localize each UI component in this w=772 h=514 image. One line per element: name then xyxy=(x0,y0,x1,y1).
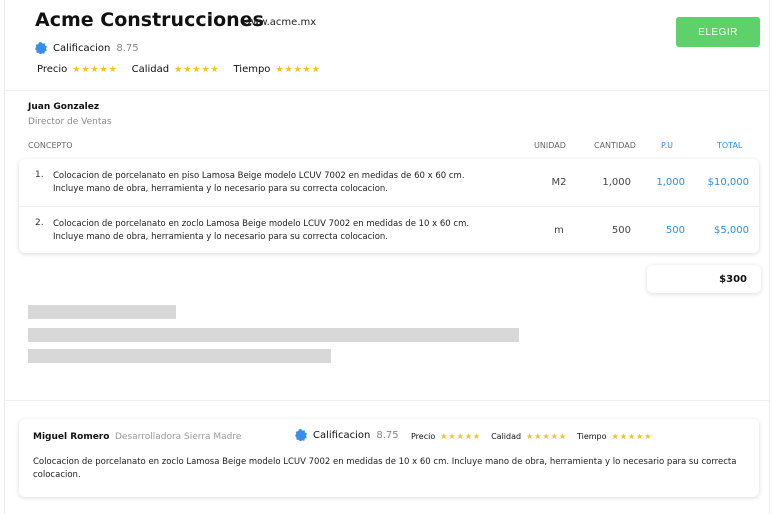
table-row: 2. Colocacion de porcelanato en zoclo La… xyxy=(19,206,759,253)
header-total: TOTAL xyxy=(717,141,743,150)
metric-precio: Precio ★★★★★ xyxy=(37,64,118,75)
row-cantidad: 1,000 xyxy=(602,177,631,188)
row-pu: 1,000 xyxy=(656,177,685,188)
header-cantidad: CANTIDAD xyxy=(594,141,636,150)
star-icon: ★★★★★ xyxy=(275,64,321,75)
row-pu: 500 xyxy=(665,225,685,236)
metric-tiempo: Tiempo ★★★★★ xyxy=(233,64,320,75)
metric-calidad: Calidad ★★★★★ xyxy=(132,64,220,75)
verified-badge-icon xyxy=(295,429,307,441)
company-name: Acme Construcciones xyxy=(35,9,264,31)
company-metrics: Precio ★★★★★ Calidad ★★★★★ Tiempo ★★★★★ xyxy=(37,64,335,75)
supplier-quote-card: Acme Construcciones www.acme.mx ELEGIR C… xyxy=(4,0,770,514)
review-text: Colocacion de porcelanato en zoclo Lamos… xyxy=(33,457,737,480)
table-row: 1. Colocacion de porcelanato en piso Lam… xyxy=(19,159,759,205)
star-icon: ★★★★★ xyxy=(72,64,118,75)
placeholder-line xyxy=(28,305,176,319)
contact-title: Director de Ventas xyxy=(28,117,112,127)
contact-name: Juan Gonzalez xyxy=(28,102,100,112)
review-author: Miguel Romero xyxy=(33,432,110,442)
review-card: Miguel Romero Desarrolladora Sierra Madr… xyxy=(19,419,759,497)
header-concepto: CONCEPTO xyxy=(28,141,73,150)
header-unidad: UNIDAD xyxy=(534,141,566,150)
select-button[interactable]: ELEGIR xyxy=(676,17,760,47)
company-rating: Calificacion 8.75 xyxy=(35,42,139,54)
company-url[interactable]: www.acme.mx xyxy=(243,17,316,28)
row-total: $10,000 xyxy=(707,177,749,188)
verified-badge-icon xyxy=(35,42,47,54)
metric-label: Calidad xyxy=(131,64,170,75)
metric-label: Tiempo xyxy=(233,64,271,75)
metric-label: Precio xyxy=(37,64,68,75)
review-company: Desarrolladora Sierra Madre xyxy=(115,432,242,442)
rating-value: 8.75 xyxy=(116,42,139,54)
grand-total: $300 xyxy=(647,265,761,293)
row-number: 2. xyxy=(35,218,44,228)
row-number: 1. xyxy=(35,170,44,180)
metric-precio: Precio ★★★★★ xyxy=(411,432,481,441)
row-description: Colocacion de porcelanato en piso Lamosa… xyxy=(53,171,465,194)
review-metrics: Precio ★★★★★ Calidad ★★★★★ Tiempo ★★★★★ xyxy=(411,432,662,441)
header-pu: P.U xyxy=(661,141,673,150)
star-icon: ★★★★★ xyxy=(440,432,482,441)
star-icon: ★★★★★ xyxy=(526,432,567,441)
row-unidad: m xyxy=(554,225,564,236)
metric-tiempo: Tiempo ★★★★★ xyxy=(577,432,652,441)
supplier-header: Acme Construcciones www.acme.mx ELEGIR C… xyxy=(5,0,769,91)
star-icon: ★★★★★ xyxy=(174,64,220,75)
rating-label: Calificacion xyxy=(313,429,371,441)
rating-value: 8.75 xyxy=(376,429,399,441)
row-description: Colocacion de porcelanato en zoclo Lamos… xyxy=(53,219,470,242)
quote-items-table: 1. Colocacion de porcelanato en piso Lam… xyxy=(19,159,759,253)
star-icon: ★★★★★ xyxy=(611,432,653,441)
metric-label: Precio xyxy=(411,432,436,441)
row-cantidad: 500 xyxy=(611,225,631,236)
metric-calidad: Calidad ★★★★★ xyxy=(491,432,567,441)
metric-label: Calidad xyxy=(491,432,522,441)
review-rating: Calificacion 8.75 xyxy=(295,429,399,441)
row-unidad: M2 xyxy=(551,177,567,188)
row-total: $5,000 xyxy=(714,225,749,236)
placeholder-line xyxy=(28,328,519,342)
metric-label: Tiempo xyxy=(576,432,607,441)
placeholder-line xyxy=(28,349,331,363)
rating-label: Calificacion xyxy=(53,42,111,54)
section-divider xyxy=(5,400,769,401)
